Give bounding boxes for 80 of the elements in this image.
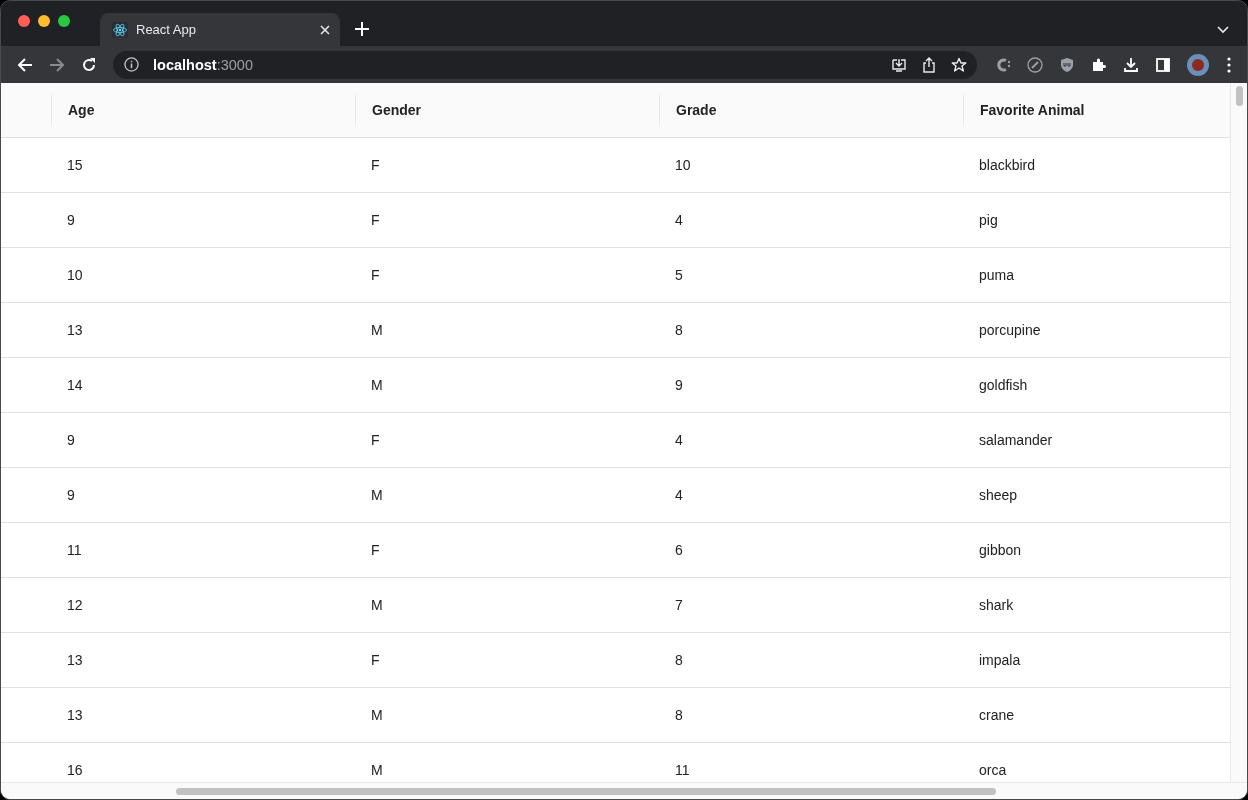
share-icon[interactable] [921, 56, 937, 73]
table-cell: 9 [67, 212, 75, 228]
close-icon[interactable] [320, 24, 330, 35]
horizontal-scrollbar[interactable] [176, 787, 996, 795]
table-cell: pig [979, 212, 998, 228]
table-cell: 13 [67, 707, 83, 723]
browser-tab[interactable]: React App [100, 13, 340, 46]
atom-icon [112, 21, 128, 38]
extension-icon[interactable] [995, 56, 1011, 73]
column-header: Grade [676, 102, 717, 118]
compass-icon[interactable] [1027, 56, 1043, 73]
table-cell: shark [979, 597, 1014, 613]
address-bar[interactable]: localhost:3000 [113, 50, 977, 79]
table-cell: F [371, 542, 380, 558]
avatar-icon[interactable] [1187, 53, 1209, 76]
table-cell: 15 [67, 157, 83, 173]
table-cell: 7 [675, 597, 683, 613]
table-cell: blackbird [979, 157, 1036, 173]
table-cell: M [371, 597, 383, 613]
table-cell: F [371, 157, 380, 173]
table-cell: puma [979, 267, 1015, 283]
column-header: Favorite Animal [980, 102, 1085, 118]
table-cell: 9 [67, 487, 75, 503]
table-cell: salamander [979, 432, 1053, 448]
table-cell: F [371, 652, 380, 668]
table-cell: 9 [675, 377, 683, 393]
puzzle-icon[interactable] [1091, 56, 1107, 73]
table-cell: 6 [675, 542, 683, 558]
tab-title: React App [136, 22, 197, 37]
table-cell: 8 [675, 322, 683, 338]
table-cell: crane [979, 707, 1015, 723]
table-cell: impala [979, 652, 1021, 668]
table-cell: F [371, 432, 380, 448]
table-cell: 9 [67, 432, 75, 448]
table-cell: 11 [67, 542, 82, 558]
table-cell: M [371, 707, 383, 723]
download-icon[interactable] [1123, 56, 1139, 73]
chevron-down-icon[interactable] [1217, 26, 1229, 34]
more-menu-icon[interactable] [1227, 56, 1231, 73]
table-cell: 10 [67, 267, 83, 283]
install-icon[interactable] [891, 56, 907, 73]
zoom-window-button[interactable] [58, 14, 70, 27]
table-cell: goldfish [979, 377, 1028, 393]
table-cell: 11 [675, 762, 690, 778]
url-text: localhost:3000 [153, 56, 253, 73]
table-cell: F [371, 212, 380, 228]
table-cell: M [371, 762, 383, 778]
shield-icon[interactable] [1059, 56, 1075, 73]
side-panel-icon[interactable] [1155, 56, 1171, 73]
table-cell: 5 [675, 267, 683, 283]
plus-icon[interactable] [355, 22, 369, 36]
table-cell: orca [979, 762, 1007, 778]
minimize-window-button[interactable] [38, 14, 50, 27]
table-cell: 16 [67, 762, 83, 778]
table-cell: 8 [675, 707, 683, 723]
vertical-scrollbar[interactable] [1235, 86, 1243, 106]
column-header: Gender [372, 102, 421, 118]
table-cell: porcupine [979, 322, 1041, 338]
table-cell: sheep [979, 487, 1018, 503]
column-header: Age [68, 102, 95, 118]
table-cell: 8 [675, 652, 683, 668]
table-cell: 12 [67, 597, 83, 613]
reload-icon[interactable] [81, 56, 97, 73]
close-window-button[interactable] [18, 14, 30, 27]
table-cell: 4 [675, 487, 683, 503]
back-arrow-icon[interactable] [17, 56, 33, 73]
table-cell: 4 [675, 212, 683, 228]
table-cell: 13 [67, 652, 83, 668]
star-icon[interactable] [951, 56, 967, 73]
table-cell: 14 [67, 377, 83, 393]
table-cell: F [371, 267, 380, 283]
table-cell: 13 [67, 322, 83, 338]
table-cell: M [371, 322, 383, 338]
forward-arrow-icon[interactable] [49, 56, 65, 73]
info-icon [124, 57, 139, 72]
table-cell: M [371, 377, 383, 393]
table-cell: 10 [675, 157, 691, 173]
table-cell: M [371, 487, 383, 503]
table-cell: 4 [675, 432, 683, 448]
table-cell: gibbon [979, 542, 1022, 558]
